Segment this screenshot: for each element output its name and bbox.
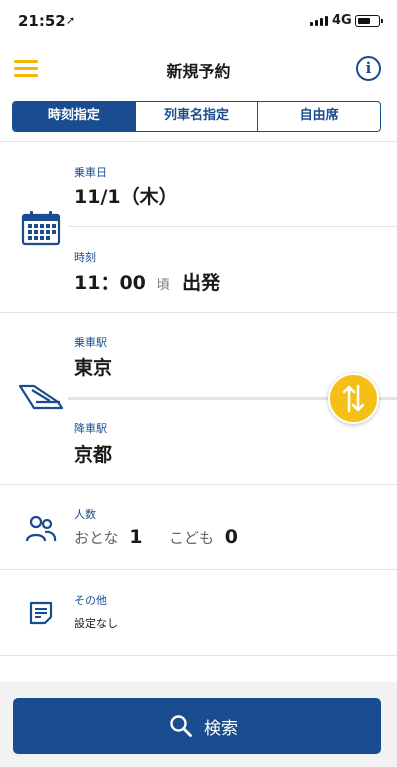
signal-strength-icon <box>310 16 328 26</box>
departure-station-label: 乗車駅 <box>74 336 107 349</box>
arrival-station-label: 降車駅 <box>74 422 107 435</box>
status-time: 21:52 <box>18 12 66 30</box>
time-approx: 頃 <box>156 278 170 293</box>
child-count: 0 <box>224 526 238 548</box>
divider <box>0 141 397 142</box>
adult-count: 1 <box>129 526 143 548</box>
tab-time[interactable]: 時刻指定 <box>13 102 135 131</box>
tab-train-name[interactable]: 列車名指定 <box>134 102 258 131</box>
divider <box>0 484 397 485</box>
search-button[interactable]: 検索 <box>13 698 381 754</box>
location-arrow-icon: ➚ <box>66 14 76 27</box>
time-value[interactable]: 11：00 頃 出発 <box>74 268 220 295</box>
time-label: 時刻 <box>74 251 96 264</box>
departure-time: 11：00 <box>74 272 146 294</box>
search-button-label: 検索 <box>204 719 238 739</box>
memo-icon <box>29 601 53 625</box>
date-label: 乗車日 <box>74 166 107 179</box>
passengers-label: 人数 <box>74 508 96 521</box>
info-icon[interactable]: i <box>356 56 381 81</box>
departure-station-value[interactable]: 東京 <box>74 353 112 380</box>
network-type: 4G <box>332 13 352 28</box>
people-icon <box>25 515 57 542</box>
tab-non-reserved[interactable]: 自由席 <box>257 102 380 131</box>
search-mode-tabs: 時刻指定 列車名指定 自由席 <box>12 101 381 132</box>
status-bar: 21:52 ➚ 4G <box>0 0 397 44</box>
other-label: その他 <box>74 594 107 607</box>
swap-stations-button[interactable] <box>328 373 379 424</box>
divider <box>0 312 397 313</box>
date-value[interactable]: 11/1（木） <box>74 182 178 209</box>
child-label: こども <box>169 529 215 547</box>
divider <box>0 569 397 570</box>
other-value[interactable]: 設定なし <box>74 615 118 631</box>
battery-icon <box>355 15 383 27</box>
nav-bar: 新規予約 i <box>0 44 397 94</box>
arrival-station-value[interactable]: 京都 <box>74 440 112 467</box>
page-title: 新規予約 <box>166 62 231 81</box>
time-suffix: 出発 <box>182 272 221 294</box>
search-icon <box>170 715 192 737</box>
swap-arrows-icon <box>342 384 365 413</box>
divider <box>0 655 397 656</box>
adult-label: おとな <box>74 529 119 547</box>
passenger-counts[interactable]: おとな 1 こども 0 <box>74 526 238 548</box>
divider <box>68 226 397 227</box>
train-icon <box>18 384 64 410</box>
calendar-icon <box>21 211 61 246</box>
